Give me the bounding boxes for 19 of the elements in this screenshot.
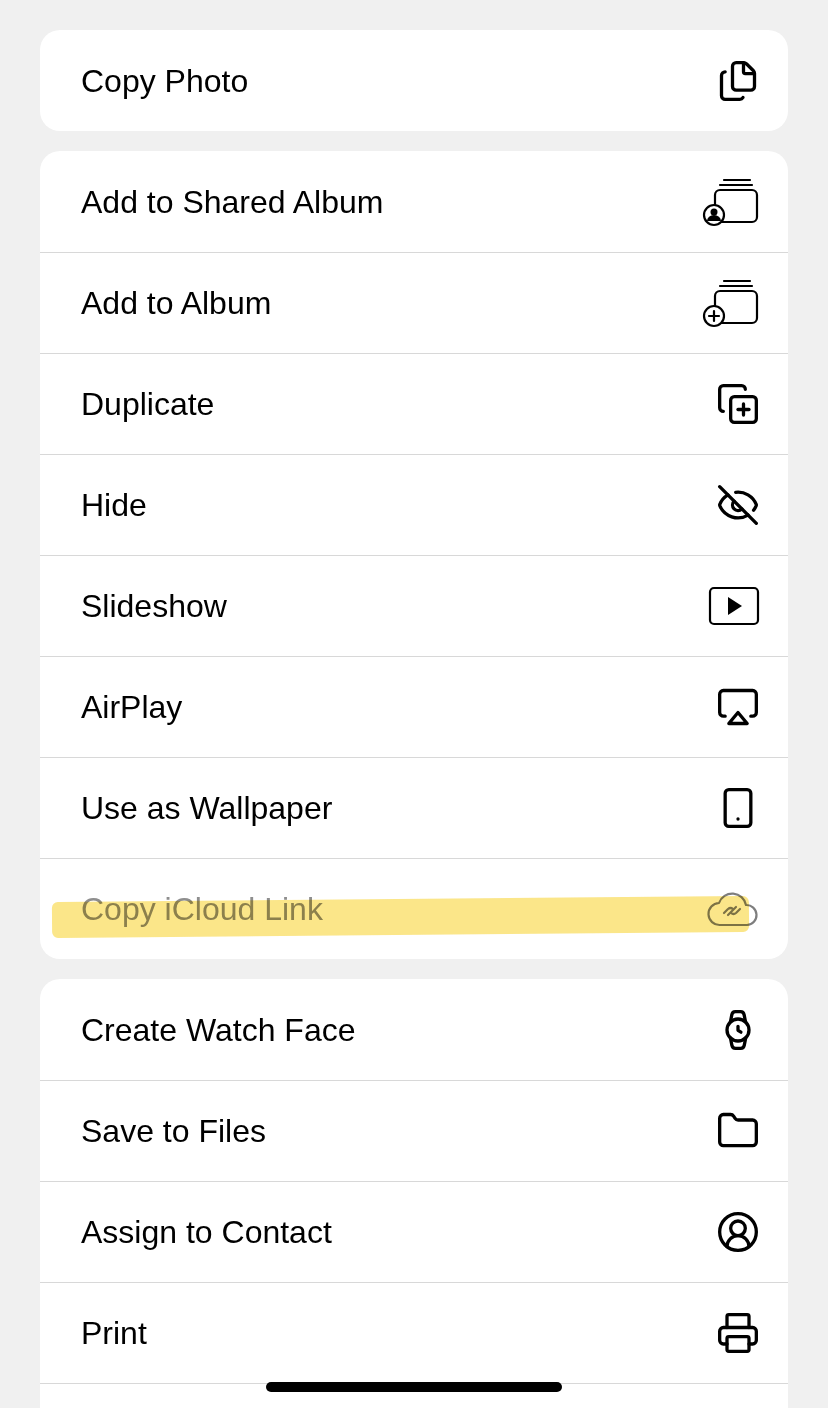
action-label[interactable]: Hide (81, 481, 147, 529)
contact-icon (716, 1210, 760, 1254)
eye-slash-icon (716, 483, 760, 527)
action-label[interactable]: Print (81, 1309, 147, 1357)
action-label[interactable]: Use as Wallpaper (81, 784, 333, 832)
duplicate-icon (716, 382, 760, 426)
shared-album-icon (702, 176, 760, 227)
action-label[interactable]: Duplicate (81, 380, 215, 428)
play-icon (708, 586, 760, 626)
printer-icon (716, 1311, 760, 1355)
action-label[interactable]: Copy Photo (81, 56, 249, 105)
action-label[interactable]: Create Watch Face (81, 1005, 356, 1054)
action-label[interactable]: Save to Files (81, 1107, 266, 1155)
action-label[interactable]: Slideshow (81, 582, 227, 630)
action-label[interactable]: Add to Album (81, 279, 272, 327)
add-album-icon (702, 278, 760, 328)
action-label[interactable]: AirPlay (81, 683, 183, 731)
action-label[interactable]: Add to Shared Album (81, 177, 384, 226)
action-label[interactable]: Assign to Contact (81, 1208, 332, 1256)
